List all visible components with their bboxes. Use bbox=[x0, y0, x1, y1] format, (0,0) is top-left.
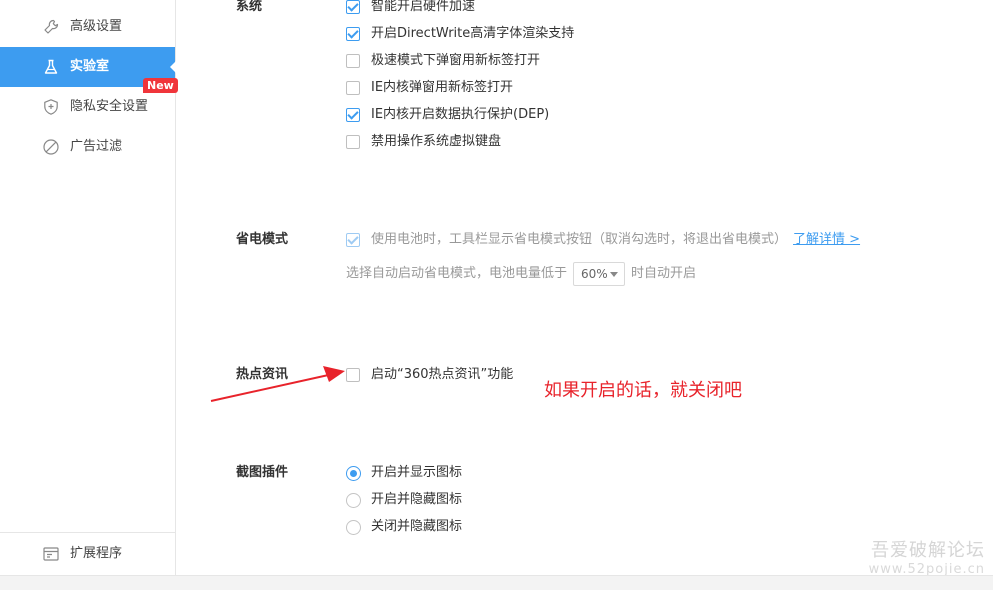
checkbox[interactable] bbox=[346, 233, 360, 247]
sidebar: 高级设置 实验室 New 隐私安全设置 广告过滤 扩展程序 bbox=[0, 0, 178, 576]
ban-icon bbox=[43, 139, 59, 155]
sidebar-item-label: 高级设置 bbox=[70, 19, 123, 34]
annotation-text: 如果开启的话，就关闭吧 bbox=[544, 380, 742, 401]
option-power-saving-button[interactable]: 使用电池时，工具栏显示省电模式按钮（取消勾选时，将退出省电模式） 了解详情 > bbox=[346, 231, 860, 249]
auto-suffix-label: 时自动开启 bbox=[631, 266, 697, 281]
option-ie-dep[interactable]: IE内核开启数据执行保护(DEP) bbox=[346, 106, 549, 124]
option-label: 启动“360热点资讯”功能 bbox=[371, 367, 514, 382]
learn-more-link[interactable]: 了解详情 > bbox=[793, 231, 860, 249]
wrench-icon bbox=[44, 19, 59, 34]
sidebar-item-label: 实验室 bbox=[70, 59, 110, 74]
auto-power-saving-row: 选择自动启动省电模式，电池电量低于 60% 时自动开启 bbox=[346, 262, 696, 286]
sidebar-item-advanced-settings[interactable]: 高级设置 bbox=[0, 7, 175, 47]
battery-threshold-select[interactable]: 60% bbox=[573, 262, 626, 286]
option-label: 极速模式下弹窗用新标签打开 bbox=[371, 53, 541, 68]
checkbox[interactable] bbox=[346, 54, 360, 68]
option-hardware-acceleration[interactable]: 智能开启硬件加速 bbox=[346, 0, 475, 16]
radio[interactable] bbox=[346, 492, 361, 508]
option-ie-popup-new-tab[interactable]: IE内核弹窗用新标签打开 bbox=[346, 79, 513, 97]
chevron-down-icon bbox=[610, 272, 619, 277]
radio[interactable] bbox=[346, 519, 361, 535]
option-hot-news[interactable]: 启动“360热点资讯”功能 bbox=[346, 366, 513, 384]
option-enable-hide-icon[interactable]: 开启并隐藏图标 bbox=[346, 491, 462, 509]
option-label: 开启并隐藏图标 bbox=[371, 492, 463, 507]
select-value: 60% bbox=[581, 267, 608, 281]
checkbox[interactable] bbox=[346, 0, 360, 14]
auto-prefix-label: 选择自动启动省电模式，电池电量低于 bbox=[346, 266, 568, 281]
option-speed-mode-popup-new-tab[interactable]: 极速模式下弹窗用新标签打开 bbox=[346, 52, 540, 70]
watermark-line1: 吾爱破解论坛 bbox=[871, 540, 985, 561]
sidebar-item-extensions[interactable]: 扩展程序 bbox=[0, 534, 175, 574]
option-label: IE内核弹窗用新标签打开 bbox=[371, 80, 514, 95]
sidebar-item-label: 隐私安全设置 bbox=[70, 99, 149, 114]
option-enable-show-icon[interactable]: 开启并显示图标 bbox=[346, 464, 462, 482]
radio[interactable] bbox=[346, 465, 361, 481]
option-disable-virtual-keyboard[interactable]: 禁用操作系统虚拟键盘 bbox=[346, 133, 501, 151]
sidebar-item-privacy-security[interactable]: 隐私安全设置 bbox=[0, 87, 175, 127]
shield-icon bbox=[44, 99, 58, 115]
sidebar-item-ad-filter[interactable]: 广告过滤 bbox=[0, 127, 175, 167]
checkbox[interactable] bbox=[346, 108, 360, 122]
option-disable-hide-icon[interactable]: 关闭并隐藏图标 bbox=[346, 518, 462, 536]
option-label: 智能开启硬件加速 bbox=[371, 0, 476, 14]
sidebar-footer: 扩展程序 bbox=[0, 532, 175, 576]
annotation-arrow-icon bbox=[210, 366, 345, 402]
extensions-icon bbox=[43, 547, 59, 561]
section-title-power-saving: 省电模式 bbox=[236, 232, 289, 247]
sidebar-item-label: 广告过滤 bbox=[70, 139, 123, 154]
flask-icon bbox=[44, 59, 58, 74]
bottom-bar bbox=[0, 575, 993, 590]
section-title-screenshot-plugin: 截图插件 bbox=[236, 465, 289, 480]
option-label: 禁用操作系统虚拟键盘 bbox=[371, 134, 502, 149]
checkbox[interactable] bbox=[346, 135, 360, 149]
option-label: 使用电池时，工具栏显示省电模式按钮（取消勾选时，将退出省电模式） bbox=[371, 232, 788, 247]
checkbox[interactable] bbox=[346, 81, 360, 95]
watermark: 吾爱破解论坛 www.52pojie.cn bbox=[869, 540, 985, 578]
option-directwrite[interactable]: 开启DirectWrite高清字体渲染支持 bbox=[346, 25, 574, 43]
option-label: 关闭并隐藏图标 bbox=[371, 519, 463, 534]
checkbox[interactable] bbox=[346, 27, 360, 41]
section-title-system: 系统 bbox=[236, 0, 263, 14]
option-label: 开启并显示图标 bbox=[371, 465, 463, 480]
option-label: IE内核开启数据执行保护(DEP) bbox=[371, 107, 550, 122]
option-label: 开启DirectWrite高清字体渲染支持 bbox=[371, 26, 575, 41]
sidebar-item-label: 扩展程序 bbox=[70, 546, 123, 561]
